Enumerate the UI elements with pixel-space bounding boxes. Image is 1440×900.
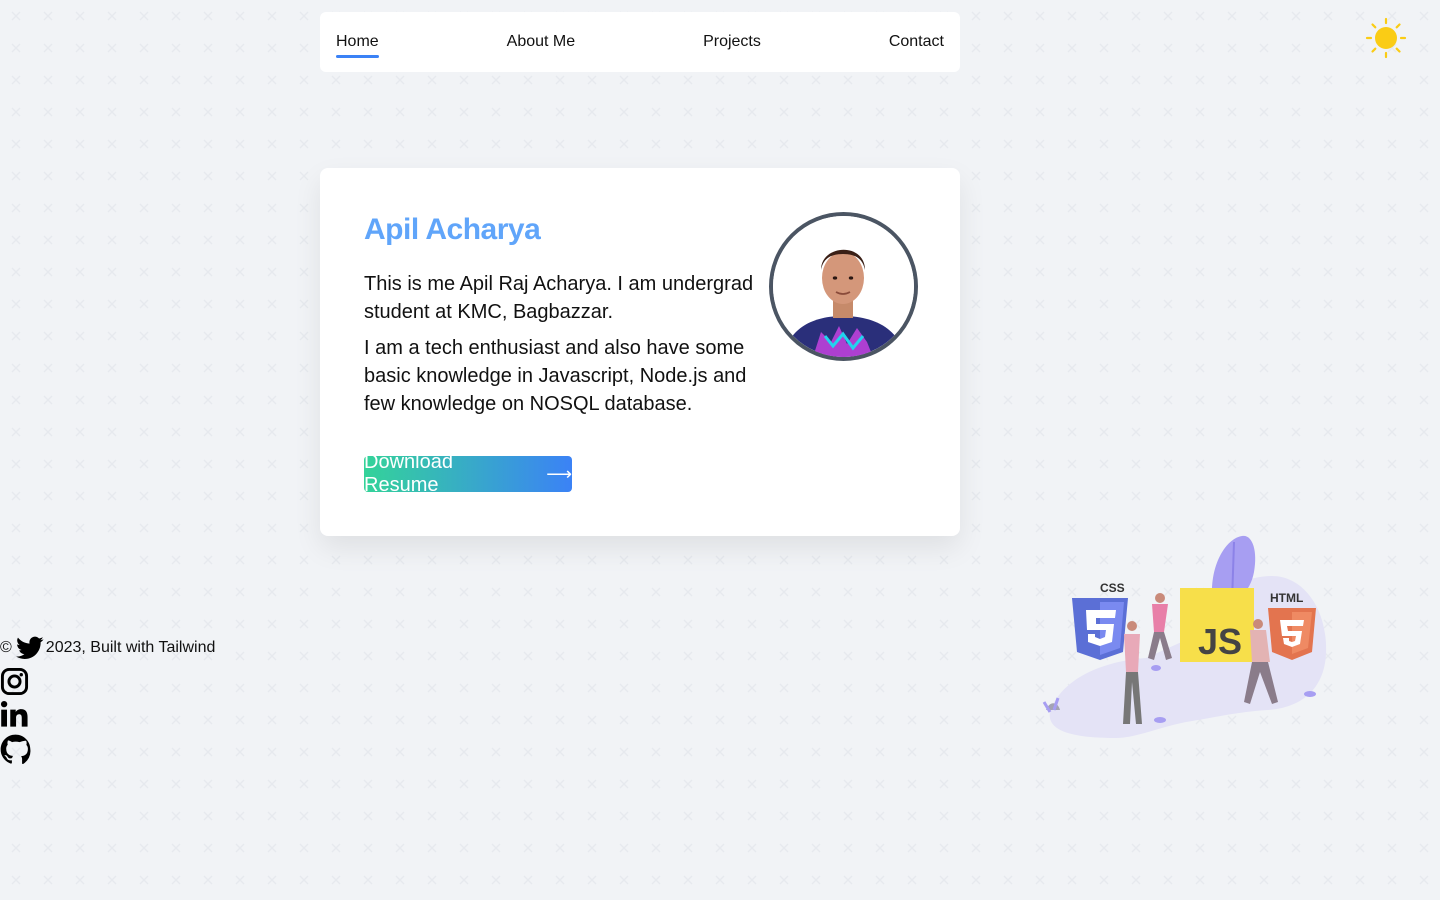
html-label: HTML (1270, 591, 1303, 605)
download-resume-button[interactable]: Download Resume ⟶ (364, 451, 572, 496)
instagram-link[interactable] (0, 667, 29, 701)
sun-icon (1365, 17, 1407, 59)
github-link[interactable] (0, 734, 31, 770)
nav-link-contact[interactable]: Contact (889, 32, 944, 52)
profile-bio-2: I am a tech enthusiast and also have som… (364, 337, 747, 415)
nav-link-projects[interactable]: Projects (703, 32, 761, 52)
web-tech-illustration: CSS JS HTML (1042, 535, 1327, 738)
github-icon (0, 734, 31, 764)
linkedin-icon (0, 700, 28, 727)
download-resume-label: Download Resume (364, 451, 453, 496)
main-nav: Home About Me Projects Contact (320, 12, 960, 72)
footer-copyright: © 2023, Built with Tailwind (0, 633, 215, 663)
linkedin-link[interactable] (0, 700, 29, 734)
arrow-right-icon: ⟶ (546, 463, 572, 484)
theme-toggle-button[interactable] (1364, 16, 1408, 60)
js-label: JS (1198, 621, 1242, 662)
instagram-icon (0, 667, 29, 696)
nav-link-about[interactable]: About Me (507, 32, 575, 52)
nav-link-home[interactable]: Home (336, 32, 379, 58)
profile-photo (773, 216, 914, 357)
profile-bio-1: This is me Apil Raj Acharya. I am underg… (364, 273, 754, 323)
css-label: CSS (1100, 581, 1125, 595)
profile-card: Apil Acharya This is me Apil Raj Acharya… (320, 168, 960, 536)
twitter-icon (15, 636, 44, 659)
twitter-link[interactable] (14, 634, 46, 662)
footer-text: 2023, Built with Tailwind (45, 639, 216, 656)
copyright-symbol: © (0, 639, 12, 656)
avatar (769, 212, 918, 361)
